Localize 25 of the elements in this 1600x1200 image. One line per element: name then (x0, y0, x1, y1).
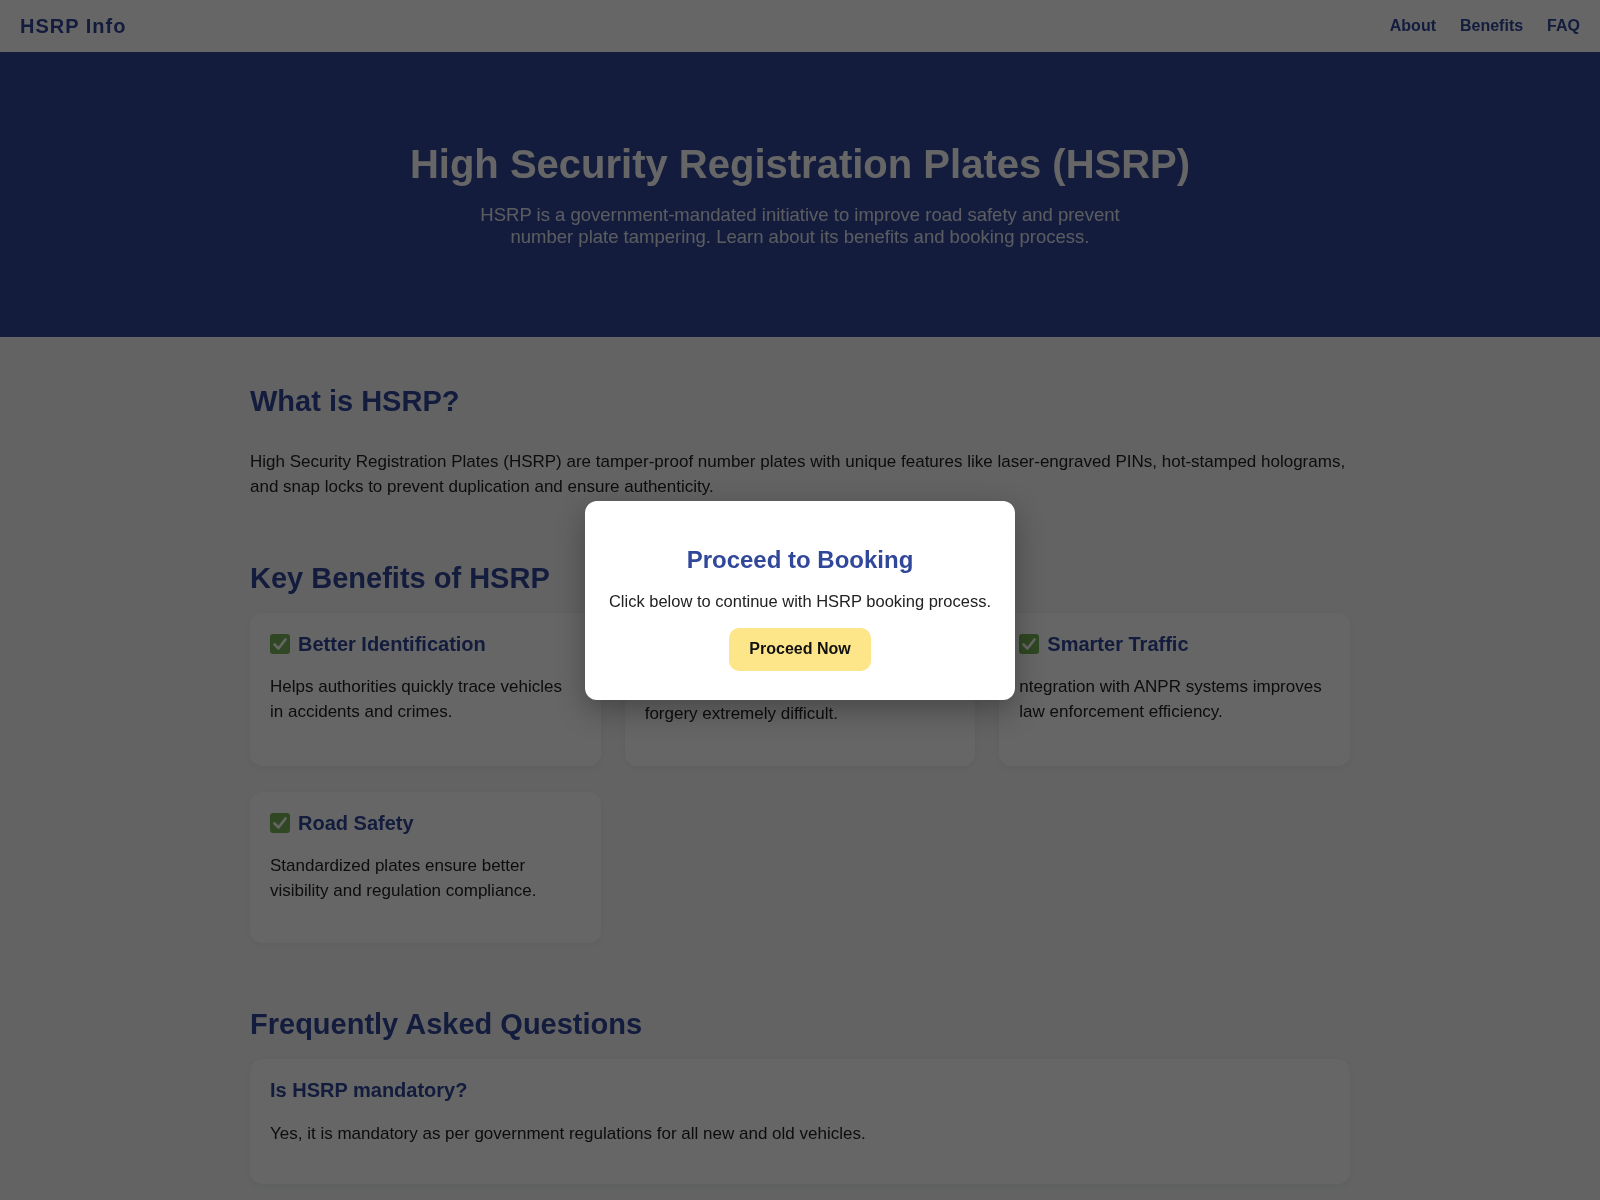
faq-question: Is HSRP mandatory? (270, 1078, 468, 1103)
hero-title: High Security Registration Plates (HSRP) (409, 141, 1191, 188)
section-heading: Key Benefits of HSRP (250, 561, 550, 596)
about-paragraph: High Security Registration Plates (HSRP) are tamper-proof number plates with unique features like laser-engraved PINs, hot-stamped holograms, and snap locks to prevent duplication and ensure authenticity. (250, 451, 1347, 498)
checkmark-icon (1019, 634, 1040, 654)
card-text: Standardized plates ensure better visibility and regulation compliance. (270, 855, 538, 902)
section-heading: What is HSRP? (250, 384, 460, 419)
checkmark-icon (270, 813, 290, 833)
section-heading: Frequently Asked Questions (250, 1007, 643, 1042)
proceed-button[interactable]: Proceed Now (729, 627, 871, 671)
site-logo[interactable]: HSRP Info (20, 14, 127, 38)
faq-answer: Yes, it is mandatory as per government regulations for all new and old vehicles. (270, 1123, 867, 1145)
card-text: ntegration with ANPR systems improves law enforcement efficiency. (1019, 676, 1323, 723)
card-title: Road Safety (298, 811, 414, 836)
dialog-title: Proceed to Booking (686, 544, 914, 575)
card-title: Smarter Traffic (1047, 632, 1189, 657)
card-text: forgery extremely difficult. (644, 703, 840, 725)
nav-link[interactable]: FAQ (1547, 17, 1580, 35)
card-text: Helps authorities quickly trace vehicles in accidents and crimes. (270, 676, 563, 723)
hero-subtitle: HSRP is a government-mandated initiative to improve road safety and prevent number plate tampering. Learn about its benefits and booking process. (479, 204, 1121, 248)
checkmark-icon (270, 634, 290, 654)
dialog-text: Click below to continue with HSRP booking process. (608, 590, 992, 612)
nav-link[interactable]: Benefits (1460, 17, 1524, 35)
card-title: Better Identification (298, 632, 486, 657)
nav-link[interactable]: About (1389, 17, 1436, 35)
